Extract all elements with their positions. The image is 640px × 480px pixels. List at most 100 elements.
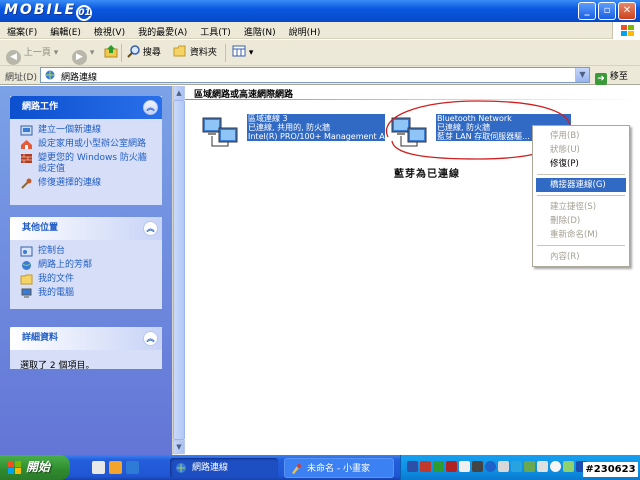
ctx-rename[interactable]: 重新命名(M) [536,228,626,242]
ctx-delete[interactable]: 刪除(D) [536,214,626,228]
forward-button[interactable]: ▶ ▾ [72,44,94,65]
details-header[interactable]: 詳細資料 ︽ [10,327,162,350]
menu-view[interactable]: 檢視(V) [87,22,131,38]
tray-app-icon[interactable] [498,461,509,472]
views-grid-icon [232,45,246,57]
taskbar-window-network[interactable]: 網路連線 [170,458,278,478]
computer-icon [21,288,32,298]
maximize-button[interactable]: ▫ [598,2,616,20]
task-pane: 網路工作 ︽ 建立一個新連線 設定家用或小型辦公室網路 變更您的 Windows… [0,86,172,455]
network-connection-icon [202,117,238,147]
tray-app-icon[interactable] [472,461,483,472]
search-button[interactable]: 搜尋 [127,44,161,62]
documents-folder-icon [20,274,33,285]
network-connections-icon [45,70,55,80]
tray-app-icon[interactable] [524,461,535,472]
ctx-status[interactable]: 狀態(U) [536,143,626,157]
context-menu: 停用(B) 狀態(U) 修復(P) 橋接器連線(G) 建立捷徑(S) 刪除(D)… [532,125,630,267]
collapse-icon[interactable]: ︽ [143,331,158,346]
scroll-down-button[interactable]: ▼ [173,440,185,454]
other-places-group: 其他位置 ︽ 控制台 網路上的芳鄰 我的文件 我的電腦 [10,217,162,309]
place-control-panel[interactable]: 控制台 [20,246,154,257]
address-input[interactable]: 網路連線 ▼ [40,67,590,83]
tray-app-icon[interactable] [420,461,431,472]
collapse-icon[interactable]: ︽ [143,100,158,115]
taskbar-window-paint[interactable]: 未命名 - 小畫家 [284,458,394,478]
collapse-icon[interactable]: ︽ [143,221,158,236]
folders-button[interactable]: 資料夾 [173,44,217,62]
tray-app-icon[interactable] [550,461,561,472]
quicklaunch-ie-icon[interactable] [126,461,139,474]
handwritten-annotation: 藍芽為已連線 [394,169,460,180]
menu-edit[interactable]: 編輯(E) [43,22,87,38]
home-network-icon [21,140,32,149]
windows-flag-icon [8,461,21,474]
task-home-network-setup[interactable]: 設定家用或小型辦公室網路 [20,139,154,150]
go-button[interactable]: ➜ 移至 [595,69,628,85]
go-arrow-icon: ➜ [595,73,607,85]
scroll-up-button[interactable]: ▲ [173,86,185,100]
tray-app-icon[interactable] [537,461,548,472]
task-repair-connection[interactable]: 修復選擇的連線 [20,178,154,189]
place-my-computer[interactable]: 我的電腦 [20,288,154,299]
network-tasks-header[interactable]: 網路工作 ︽ [10,96,162,119]
connection-item-local[interactable]: 區域連線 3 已連線, 共用的, 防火牆 Intel(R) PRO/100+ M… [195,114,385,150]
menu-advanced[interactable]: 進階(N) [237,22,282,38]
connection-status: 已連線, 共用的, 防火牆 [248,123,331,132]
ctx-properties[interactable]: 內容(R) [536,250,626,264]
ctx-repair[interactable]: 修復(P) [536,157,626,171]
ctx-bridge-connections[interactable]: 橋接器連線(G) [536,178,626,192]
up-folder-icon [104,45,118,58]
tray-app-icon[interactable] [407,461,418,472]
back-button[interactable]: ◀ 上一頁 ▾ [6,44,58,65]
clock: #230623 [583,462,638,477]
details-group: 詳細資料 ︽ 選取了 2 個項目。 [10,327,162,371]
search-icon [127,45,140,58]
back-arrow-icon: ◀ [6,50,21,65]
forward-arrow-icon: ▶ [72,50,87,65]
new-connection-icon [20,125,33,136]
address-label: 網址(D) [5,73,37,83]
ctx-create-shortcut[interactable]: 建立捷徑(S) [536,200,626,214]
toolbar: ◀ 上一頁 ▾ ▶ ▾ 搜尋 資料夾 ▾ [0,40,640,66]
quicklaunch-media-icon[interactable] [109,461,122,474]
start-button[interactable]: 開始 [0,455,70,480]
menu-help[interactable]: 說明(H) [282,22,327,38]
task-firewall-settings[interactable]: 變更您的 Windows 防火牆設定值 [20,153,154,175]
folder-icon [173,45,186,57]
task-create-connection[interactable]: 建立一個新連線 [20,125,154,136]
ctx-disable[interactable]: 停用(B) [536,129,626,143]
taskbar: 開始 網路連線 未命名 - 小畫家 [0,455,640,480]
close-button[interactable]: ✕ [618,2,636,20]
title-bar: MOBILE 01 _ ▫ ✕ [0,0,640,22]
tray-app-icon[interactable] [563,461,574,472]
place-my-documents[interactable]: 我的文件 [20,274,154,285]
address-bar: 網址(D) 網路連線 ▼ ➜ 移至 [0,66,640,85]
place-network-neighborhood[interactable]: 網路上的芳鄰 [20,260,154,271]
menu-tools[interactable]: 工具(T) [193,22,237,38]
bluetooth-icon[interactable] [485,461,496,472]
menu-favorites[interactable]: 我的最愛(A) [131,22,193,38]
menu-bar: 檔案(F) 編輯(E) 檢視(V) 我的最愛(A) 工具(T) 進階(N) 說明(H) [0,22,640,39]
tray-app-icon[interactable] [511,461,522,472]
tray-app-icon[interactable] [433,461,444,472]
quicklaunch-desktop-icon[interactable] [92,461,105,474]
up-folder-button[interactable] [104,44,118,62]
menu-file[interactable]: 檔案(F) [0,22,43,38]
paint-icon [292,464,301,474]
control-panel-icon [20,246,33,257]
views-button[interactable]: ▾ [232,44,253,62]
details-text: 選取了 2 個項目。 [20,361,95,371]
minimize-button[interactable]: _ [578,2,596,20]
tray-app-icon[interactable] [446,461,457,472]
connection-device: Intel(R) PRO/100+ Management Ad... [248,132,385,141]
network-tasks-group: 網路工作 ︽ 建立一個新連線 設定家用或小型辦公室網路 變更您的 Windows… [10,96,162,205]
tray-app-icon[interactable] [459,461,470,472]
address-dropdown-button[interactable]: ▼ [575,68,589,82]
scroll-thumb[interactable] [173,100,185,440]
vertical-scrollbar[interactable]: ▲ ▼ [172,86,185,455]
connection-name: 區域連線 3 [248,114,288,123]
network-connections-icon [176,463,186,473]
other-places-header[interactable]: 其他位置 ︽ [10,217,162,240]
network-globe-icon [22,261,31,270]
